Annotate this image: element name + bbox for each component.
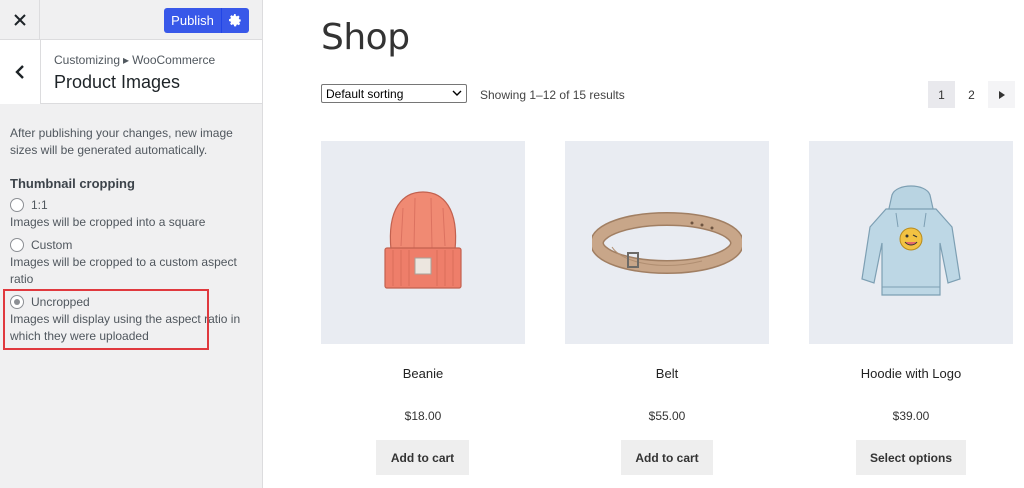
publish-settings-button[interactable] [221,8,249,33]
close-icon [13,14,26,26]
radio-square[interactable] [10,198,24,212]
close-button[interactable] [0,0,40,40]
radio-custom[interactable] [10,238,24,252]
breadcrumb-parent: WooCommerce [132,53,216,67]
customizer-topbar: Publish [0,0,262,40]
product-image[interactable] [565,141,769,344]
sorting-select[interactable]: Default sorting [321,84,467,103]
section-header: Customizing ▸ WooCommerce Product Images [0,40,262,104]
beanie-image [384,190,462,289]
gear-icon [229,14,241,27]
back-button[interactable] [0,40,41,104]
select-options-button[interactable]: Select options [856,440,966,475]
publish-button[interactable]: Publish [164,8,221,33]
triangle-right-icon [998,90,1005,99]
cropping-option-custom[interactable]: Custom Images will be cropped to a custo… [10,238,252,288]
product-price: $55.00 [648,409,686,423]
sorting-value: Default sorting [326,86,404,101]
page-2[interactable]: 2 [958,81,985,108]
belt-image [592,211,742,274]
option-description: Images will be cropped into a square [10,215,206,229]
breadcrumb-root: Customizing [54,53,121,67]
hoodie-image [861,184,961,296]
breadcrumb-separator: ▸ [123,53,130,67]
product-card: Hoodie with Logo $39.00 Select options [809,141,1013,475]
product-image[interactable] [809,141,1013,344]
add-to-cart-button[interactable]: Add to cart [376,440,469,475]
option-label: 1:1 [31,198,48,212]
product-price: $39.00 [892,409,930,423]
add-to-cart-button[interactable]: Add to cart [621,440,713,475]
regeneration-notice: After publishing your changes, new image… [10,126,233,157]
product-name[interactable]: Hoodie with Logo [809,366,1013,381]
page-1[interactable]: 1 [928,81,955,108]
product-price: $18.00 [404,409,442,423]
cropping-option-square[interactable]: 1:1 Images will be cropped into a square [10,198,252,231]
highlight-box [3,289,209,350]
section-title: Product Images [54,72,181,92]
option-description: Images will be cropped to a custom aspec… [10,255,237,286]
customizer-sidebar: Publish Customizing ▸ WooCommerce Product … [0,0,263,488]
breadcrumb: Customizing ▸ WooCommerce [54,53,215,67]
product-card: Belt $55.00 Add to cart [565,141,769,475]
page-title: Shop [321,17,410,58]
product-name[interactable]: Beanie [321,366,525,381]
pagination: 1 2 [928,81,1015,108]
shop-preview: Shop Default sorting Showing 1–12 of 15 … [264,0,1024,488]
product-card: Beanie $18.00 Add to cart [321,141,525,475]
thumbnail-cropping-title: Thumbnail cropping [10,176,135,191]
chevron-down-icon [452,90,462,96]
product-image[interactable] [321,141,525,344]
publish-group: Publish [164,8,249,33]
next-page-button[interactable] [988,81,1015,108]
chevron-left-icon [15,65,24,79]
product-name[interactable]: Belt [565,366,769,381]
result-count: Showing 1–12 of 15 results [480,88,625,102]
option-label: Custom [31,238,73,252]
